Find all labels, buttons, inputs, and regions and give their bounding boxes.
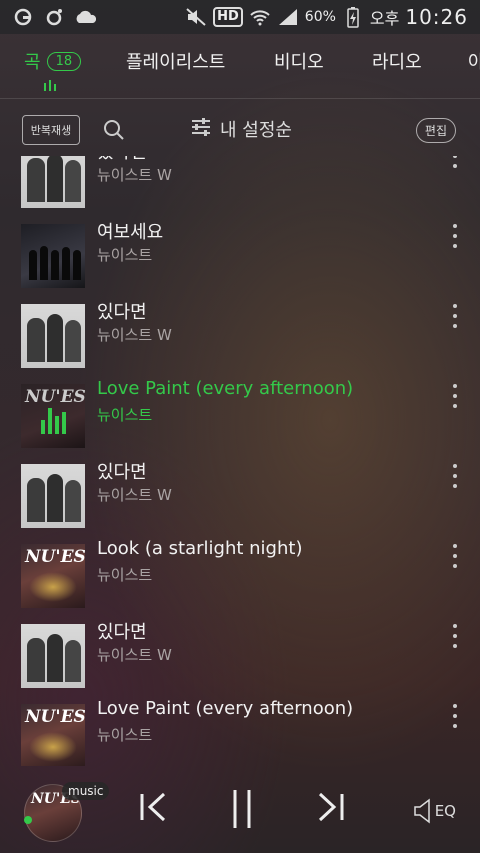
song-list: 있다면 뉴이스트 W 여보세요 뉴이스트 있다면 뉴이스트 W NU'EST L… xyxy=(0,156,480,766)
song-artist: 뉴이스트 W xyxy=(97,646,172,664)
album-thumbnail: NU'EST xyxy=(21,384,85,448)
song-artist: 뉴이스트 W xyxy=(97,166,172,184)
album-logo: NU'EST xyxy=(25,707,85,727)
status-bar: HD 60% 오후 10:26 xyxy=(0,0,480,34)
tab-songs[interactable]: 곡 18 xyxy=(24,48,82,74)
playing-dot xyxy=(24,816,32,824)
signal-icon xyxy=(277,6,299,28)
more-options-icon[interactable] xyxy=(450,304,460,328)
song-artist: 뉴이스트 W xyxy=(97,326,172,344)
list-controls: 반복재생 내 설정순 편집 xyxy=(0,112,480,152)
album-thumbnail: NU'EST xyxy=(21,704,85,766)
song-title: Love Paint (every afternoon) xyxy=(97,698,354,719)
speaker-icon xyxy=(413,798,430,824)
list-item[interactable]: 있다면 뉴이스트 W xyxy=(0,454,480,534)
previous-icon[interactable] xyxy=(138,792,168,826)
tab-more[interactable]: 아 xyxy=(468,48,480,74)
music-badge: music xyxy=(62,782,110,800)
album-thumbnail xyxy=(21,304,85,368)
ampm: 오후 xyxy=(369,9,400,28)
eq-label: EQ xyxy=(434,802,456,820)
sliders-icon xyxy=(190,117,212,142)
repeat-button[interactable]: 반복재생 xyxy=(22,115,80,145)
mute-icon xyxy=(185,6,207,28)
clock: 10:26 xyxy=(405,5,468,29)
album-thumbnail xyxy=(21,156,85,208)
song-title: 있다면 xyxy=(97,622,147,643)
song-count-badge: 18 xyxy=(46,51,82,71)
next-icon[interactable] xyxy=(316,792,346,826)
more-options-icon[interactable] xyxy=(450,624,460,648)
search-icon[interactable] xyxy=(102,118,126,142)
wifi-icon xyxy=(249,6,271,28)
tab-bar: 곡 18 플레이리스트 비디오 라디오 아 xyxy=(0,34,480,99)
list-item[interactable]: 있다면 뉴이스트 W xyxy=(0,614,480,694)
tab-songs-label: 곡 xyxy=(24,52,41,73)
now-playing-icon xyxy=(41,404,66,434)
more-options-icon[interactable] xyxy=(450,224,460,248)
battery-charging-icon xyxy=(342,6,364,28)
list-item[interactable]: NU'EST Love Paint (every afternoon) 뉴이스트 xyxy=(0,694,480,766)
list-item[interactable]: NU'EST Look (a starlight night) 뉴이스트 xyxy=(0,534,480,614)
more-options-icon[interactable] xyxy=(450,384,460,408)
pause-icon[interactable] xyxy=(230,788,254,834)
hd-voice-icon: HD xyxy=(213,7,243,27)
album-thumbnail xyxy=(21,464,85,528)
app-g-icon xyxy=(12,6,34,28)
tab-videos[interactable]: 비디오 xyxy=(274,48,324,74)
list-item[interactable]: 있다면 뉴이스트 W xyxy=(0,156,480,214)
more-options-icon[interactable] xyxy=(450,464,460,488)
app-o-icon xyxy=(43,6,65,28)
more-options-icon[interactable] xyxy=(450,544,460,568)
battery-percent: 60% xyxy=(304,9,336,25)
tab-playlists[interactable]: 플레이리스트 xyxy=(126,48,225,74)
song-artist: 뉴이스트 xyxy=(97,566,153,584)
list-item-now-playing[interactable]: NU'EST Love Paint (every afternoon) 뉴이스트 xyxy=(0,374,480,454)
album-logo: NU'EST xyxy=(25,547,85,567)
song-title: 있다면 xyxy=(97,302,147,323)
song-artist: 뉴이스트 xyxy=(97,726,153,744)
cloud-icon xyxy=(74,6,96,28)
sort-button[interactable]: 내 설정순 xyxy=(190,116,292,142)
sort-label: 내 설정순 xyxy=(220,120,292,141)
equalizer-button[interactable]: EQ xyxy=(413,798,456,824)
song-title: 있다면 xyxy=(97,462,147,483)
song-artist: 뉴이스트 W xyxy=(97,486,172,504)
song-title: Look (a starlight night) xyxy=(97,538,303,559)
song-artist: 뉴이스트 xyxy=(97,406,153,424)
album-thumbnail xyxy=(21,624,85,688)
list-item[interactable]: 있다면 뉴이스트 W xyxy=(0,294,480,374)
song-title: 여보세요 xyxy=(97,222,164,243)
playing-indicator-icon xyxy=(44,80,56,91)
more-options-icon[interactable] xyxy=(450,704,460,728)
list-item[interactable]: 여보세요 뉴이스트 xyxy=(0,214,480,294)
album-thumbnail: NU'EST xyxy=(21,544,85,608)
more-options-icon[interactable] xyxy=(450,156,460,168)
tab-radio[interactable]: 라디오 xyxy=(372,48,422,74)
edit-button[interactable]: 편집 xyxy=(415,118,456,143)
mini-player: NU'EST music EQ xyxy=(0,766,480,853)
song-title: 있다면 xyxy=(97,156,147,164)
repeat-label: 반복재생 xyxy=(30,124,72,137)
song-artist: 뉴이스트 xyxy=(97,246,153,264)
song-title: Love Paint (every afternoon) xyxy=(97,378,354,399)
album-thumbnail xyxy=(21,224,85,288)
